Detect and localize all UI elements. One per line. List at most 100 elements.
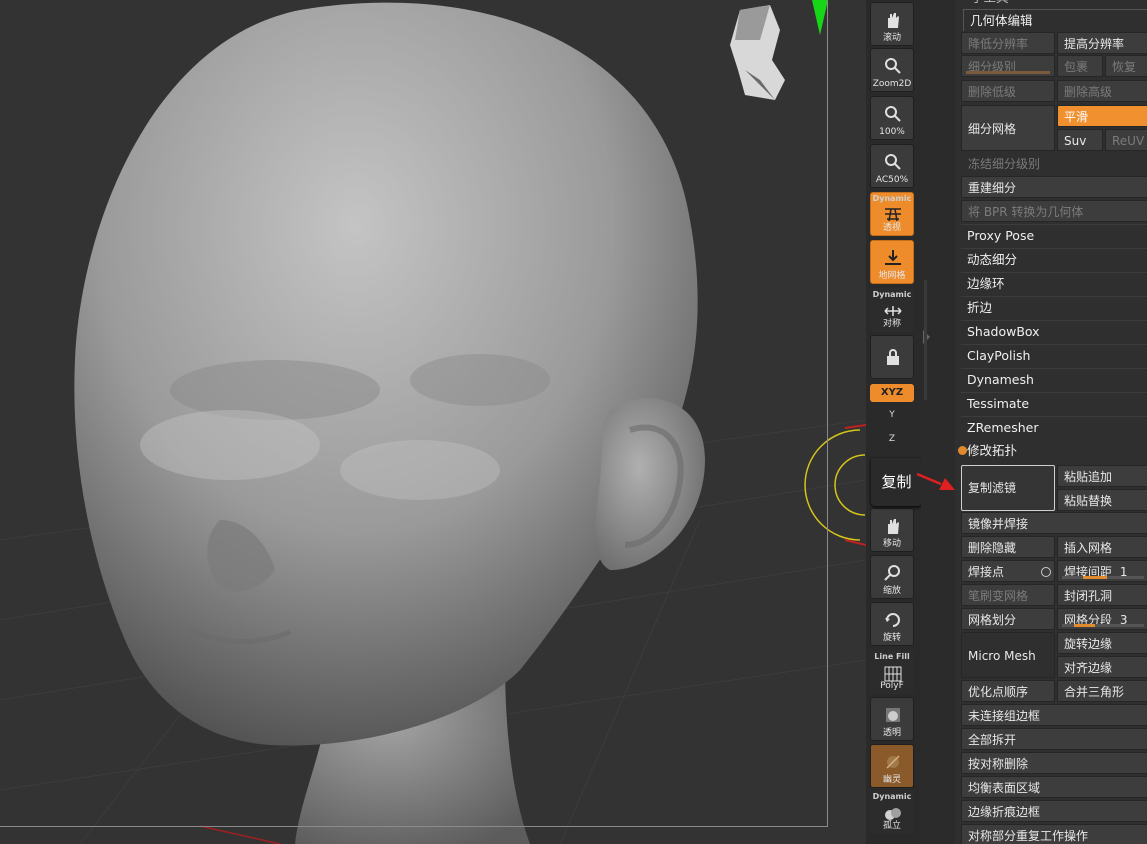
transparency-icon	[886, 708, 900, 722]
magnifier-icon	[885, 106, 901, 122]
transparency-button[interactable]: 透明	[870, 697, 914, 741]
panel-splitter[interactable]	[917, 0, 955, 844]
freeze-subdiv-button[interactable]: 冻结细分级别	[961, 152, 1147, 174]
edge-crease-border-button[interactable]: 边缘折痕边框	[961, 800, 1147, 822]
delete-hidden-button[interactable]: 删除隐藏	[961, 536, 1055, 558]
half-size-label: AC50%	[875, 175, 909, 185]
zoom2d-button[interactable]: Zoom2D	[870, 48, 914, 92]
y-axis-button[interactable]: Y	[870, 406, 914, 424]
grid-divide-button[interactable]: 网格划分	[961, 608, 1055, 630]
magnifier-icon	[885, 154, 901, 170]
ear-shape	[595, 398, 705, 570]
solo-dynamic-label: Dynamic	[872, 792, 912, 801]
polyframe-button[interactable]: Line Fill PolyF	[870, 650, 914, 694]
convert-bpr-button[interactable]: 将 BPR 转换为几何体	[961, 200, 1147, 222]
brush-to-mesh-button[interactable]: 笔刷变网格	[961, 584, 1055, 606]
claypolish-section[interactable]: ClayPolish	[961, 344, 1147, 366]
unwelded-groups-border-button[interactable]: 未连接组边框	[961, 704, 1147, 726]
smooth-toggle[interactable]: 平滑	[1057, 105, 1147, 127]
dynamic-subdiv-section[interactable]: 动态细分	[961, 248, 1147, 270]
restore-button[interactable]: 恢复	[1105, 55, 1147, 77]
weld-options-icon[interactable]	[1041, 567, 1051, 577]
orientation-head-icon	[730, 5, 785, 100]
scroll-button[interactable]: 滚动	[870, 2, 914, 46]
close-holes-button[interactable]: 封闭孔洞	[1057, 584, 1147, 606]
right-shelf: 滚动 Zoom2D 100% AC50% Dynamic 透视 地网格 Dyna…	[866, 0, 921, 844]
local-button[interactable]	[870, 335, 914, 379]
crease-section[interactable]: 折边	[961, 296, 1147, 318]
magnifier-icon	[884, 565, 900, 581]
sdiv-slider[interactable]: 细分级别	[961, 55, 1055, 77]
paste-append-button[interactable]: 粘贴追加	[1057, 465, 1147, 487]
higher-res-button[interactable]: 提高分辨率	[1057, 32, 1147, 54]
move-button[interactable]: 移动	[870, 508, 914, 552]
paste-replace-button[interactable]: 粘贴替换	[1057, 489, 1147, 511]
zoom2d-label: Zoom2D	[872, 79, 912, 89]
weld-points-button[interactable]: 焊接点	[961, 560, 1055, 582]
floor-icon	[885, 250, 901, 265]
unweld-all-button[interactable]: 全部拆开	[961, 728, 1147, 750]
reconstruct-subdiv-button[interactable]: 重建细分	[961, 176, 1147, 198]
edgeloop-section[interactable]: 边缘环	[961, 272, 1147, 294]
align-edge-button[interactable]: 对齐边缘	[1057, 656, 1147, 678]
scroll-label: 滚动	[882, 33, 901, 43]
splitter-scrollbar[interactable]	[924, 280, 927, 400]
suv-toggle[interactable]: Suv	[1057, 129, 1103, 151]
sdiv-track	[966, 71, 1050, 74]
optimize-points-button[interactable]: 优化点顺序	[961, 680, 1055, 702]
dynamesh-section[interactable]: Dynamesh	[961, 368, 1147, 390]
copy-filter-button[interactable]: 复制滤镜	[961, 465, 1055, 511]
modify-topology-section[interactable]: 修改拓扑	[961, 440, 1147, 462]
lower-res-button[interactable]: 降低分辨率	[961, 32, 1055, 54]
symmetry-button[interactable]: Dynamic 对称	[870, 288, 914, 332]
perspective-dynamic-label: Dynamic	[872, 194, 912, 203]
cage-button[interactable]: 包裹	[1057, 55, 1103, 77]
mirror-weld-button[interactable]: 镜像并焊接	[961, 512, 1147, 534]
floor-button[interactable]: 地网格	[870, 240, 914, 284]
zremesher-section[interactable]: ZRemesher	[961, 416, 1147, 438]
head-shape	[74, 2, 698, 746]
proxy-pose-section[interactable]: Proxy Pose	[961, 224, 1147, 246]
shadowbox-section[interactable]: ShadowBox	[961, 320, 1147, 342]
divide-button[interactable]: 细分网格	[961, 105, 1055, 151]
rotate-button[interactable]: 旋转	[870, 602, 914, 646]
xyz-button[interactable]: XYZ	[870, 384, 914, 402]
delete-higher-button[interactable]: 删除高级	[1057, 80, 1147, 102]
z-axis-button[interactable]: Z	[870, 430, 914, 448]
rotate-icon	[885, 613, 900, 627]
delete-lower-button[interactable]: 删除低级	[961, 80, 1055, 102]
delete-by-symmetry-button[interactable]: 按对称删除	[961, 752, 1147, 774]
weld-points-label: 焊接点	[968, 565, 1005, 579]
scale-button[interactable]: 缩放	[870, 555, 914, 599]
micro-mesh-button[interactable]: Micro Mesh	[961, 632, 1055, 678]
ghost-label: 幽灵	[882, 775, 901, 785]
perspective-label: 透视	[882, 223, 901, 233]
reuv-toggle[interactable]: ReUV	[1105, 129, 1147, 151]
scale-label: 缩放	[882, 586, 901, 596]
weld-distance-slider[interactable]: 焊接间距 1	[1057, 560, 1147, 582]
actual-size-button[interactable]: 100%	[870, 96, 914, 140]
insert-mesh-button[interactable]: 插入网格	[1057, 536, 1147, 558]
ghost-button[interactable]: 幽灵	[870, 744, 914, 788]
move-label: 移动	[882, 539, 901, 549]
viewport-canvas[interactable]	[0, 0, 866, 844]
polyframe-label: PolyF	[880, 681, 904, 691]
copy-tooltip-label: 复制	[881, 473, 912, 491]
symmetry-dynamic-label: Dynamic	[872, 290, 912, 299]
rotate-label: 旋转	[882, 633, 901, 643]
actual-size-label: 100%	[879, 127, 905, 137]
mesh-segments-slider[interactable]: 网格分段 3	[1057, 608, 1147, 630]
copy-tooltip: 复制	[871, 458, 922, 506]
solo-button[interactable]: Dynamic 孤立	[870, 790, 914, 834]
tessimate-section[interactable]: Tessimate	[961, 392, 1147, 414]
y-axis-label: Y	[889, 410, 895, 420]
axis-gizmo	[812, 0, 828, 35]
symmetry-repeat-button[interactable]: 对称部分重复工作操作	[961, 824, 1147, 844]
half-size-button[interactable]: AC50%	[870, 144, 914, 188]
perspective-button[interactable]: Dynamic 透视	[870, 192, 914, 236]
geometry-title[interactable]: 几何体编辑	[963, 9, 1147, 31]
ghost-icon	[886, 755, 900, 769]
spin-edge-button[interactable]: 旋转边缘	[1057, 632, 1147, 654]
equalize-surface-button[interactable]: 均衡表面区域	[961, 776, 1147, 798]
merge-triangles-button[interactable]: 合并三角形	[1057, 680, 1147, 702]
